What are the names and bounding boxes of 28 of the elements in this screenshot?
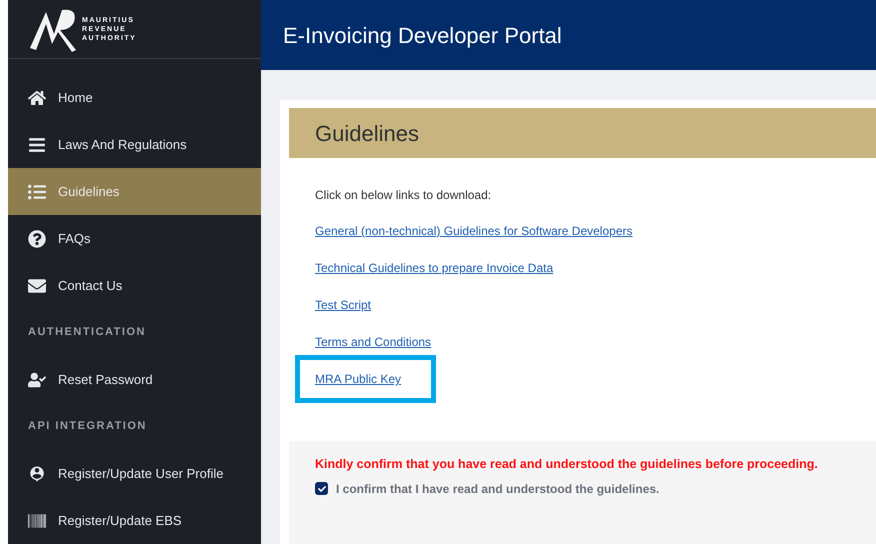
section-heading: API INTEGRATION: [27, 419, 148, 434]
confirm-label: I confirm that I have read and understood the guidelines.: [336, 480, 660, 498]
envelope-icon: [28, 276, 46, 294]
section-heading: AUTHENTICATION: [27, 325, 147, 340]
check-icon: [318, 484, 326, 493]
download-link[interactable]: MRA Public Key: [315, 370, 402, 388]
home-icon: [28, 88, 46, 106]
nav-item[interactable]: Register/Update EBS: [8, 497, 261, 544]
user-profile-icon: [28, 464, 46, 482]
nav-item[interactable]: Contact Us: [8, 262, 261, 309]
download-link[interactable]: Technical Guidelines to prepare Invoice Data: [315, 259, 554, 277]
warning-text: Kindly confirm that you have read and understood the guidelines before proceeding.: [315, 456, 819, 473]
lines-icon: [28, 136, 46, 154]
page-title: Guidelines: [315, 120, 419, 148]
download-link[interactable]: General (non-technical) Guidelines for Software Developers: [315, 222, 632, 240]
portal-title: E-Invoicing Developer Portal: [283, 22, 562, 50]
intro-text: Click on below links to download:: [315, 187, 492, 202]
download-link[interactable]: Terms and Conditions: [315, 333, 432, 351]
nav-item[interactable]: Register/Update User Profile: [8, 450, 261, 497]
barcode-icon: [28, 512, 46, 530]
question-icon: [28, 230, 46, 248]
list-icon: [28, 182, 46, 200]
download-link[interactable]: Test Script: [315, 296, 372, 314]
nav-item[interactable]: Home: [8, 74, 261, 121]
nav-item[interactable]: Reset Password: [8, 356, 261, 403]
nav-item[interactable]: Laws And Regulations: [8, 121, 261, 168]
confirm-checkbox[interactable]: [315, 482, 328, 496]
nav-item[interactable]: FAQs: [8, 215, 261, 262]
